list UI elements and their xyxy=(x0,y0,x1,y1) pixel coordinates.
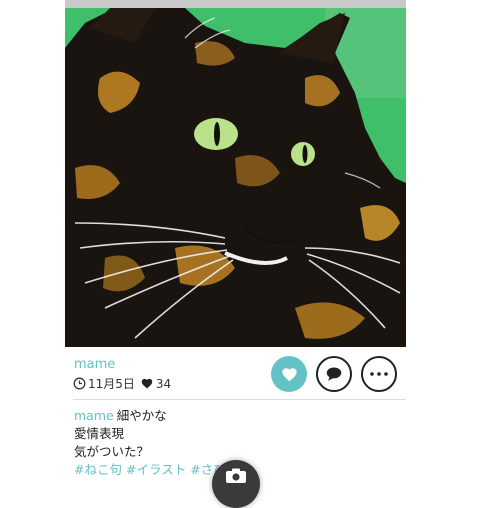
caption-line: mame 細やかな xyxy=(74,407,404,425)
like-button[interactable] xyxy=(271,356,307,392)
like-count: 34 xyxy=(155,376,172,391)
floating-camera-button[interactable] xyxy=(212,460,260,508)
post-date: 11月5日 xyxy=(88,377,135,391)
post-meta: 11月5日 34 xyxy=(73,375,171,392)
hashtag-link[interactable]: #イラスト xyxy=(126,462,186,477)
caption-text: 細やかな xyxy=(116,408,167,423)
ellipsis-icon xyxy=(370,372,388,376)
caption-text: 気がついた？ xyxy=(74,444,150,459)
caption-author[interactable]: mame xyxy=(74,408,114,423)
caption-text: 愛情表現 xyxy=(74,426,125,441)
comment-button[interactable] xyxy=(316,356,352,392)
image-top-edge xyxy=(65,0,406,8)
hashtag-link[interactable]: #ねこ句 xyxy=(74,462,122,477)
post-artwork-image[interactable] xyxy=(65,8,406,347)
speech-bubble-icon xyxy=(326,367,342,381)
more-options-button[interactable] xyxy=(361,356,397,392)
camera-icon xyxy=(226,468,246,483)
heart-icon xyxy=(141,378,153,389)
clock-icon xyxy=(73,377,86,390)
section-divider xyxy=(73,399,406,400)
heart-icon xyxy=(281,367,297,381)
post-username[interactable]: mame xyxy=(74,357,115,372)
